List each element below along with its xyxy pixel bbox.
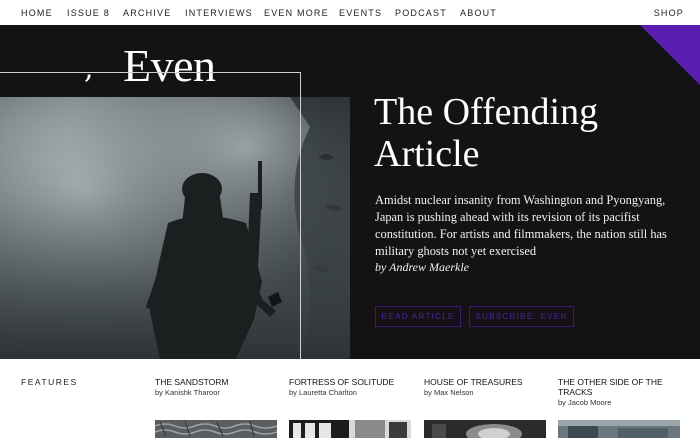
feature-item-tracks[interactable]: THE OTHER SIDE OF THE TRACKS by Jacob Mo… [558, 377, 683, 408]
feature-author: by Lauretta Charlton [289, 388, 357, 397]
feature-item-sandstorm[interactable]: THE SANDSTORM by Kanishk Tharoor [155, 377, 280, 398]
logo-mark[interactable]: , [84, 51, 94, 86]
feature-thumbnail-fortress[interactable] [289, 420, 411, 438]
article-excerpt: Amidst nuclear insanity from Washington … [375, 193, 667, 258]
nav-item-about[interactable]: ABOUT [460, 8, 497, 18]
nav-item-issue[interactable]: ISSUE 8 [67, 8, 110, 18]
frame-line-right [300, 72, 301, 359]
hero-section: , Even The Offending Article Amidst nucl… [0, 25, 700, 359]
article-byline: by Andrew Maerkle [375, 260, 469, 274]
nav-item-shop[interactable]: SHOP [654, 8, 684, 18]
feature-item-fortress[interactable]: FORTRESS OF SOLITUDE by Lauretta Charlto… [289, 377, 414, 398]
features-strip: FEATURES THE SANDSTORM by Kanishk Tharoo… [0, 359, 700, 438]
feature-author: by Jacob Moore [558, 398, 612, 407]
feature-thumbnail-house[interactable] [424, 420, 546, 438]
read-article-button[interactable]: READ ARTICLE [375, 306, 461, 327]
corner-triangle [640, 25, 700, 85]
headline-line-1: The Offending [374, 91, 599, 133]
feature-title: THE OTHER SIDE OF THE TRACKS [558, 377, 663, 397]
feature-thumbnail-sandstorm[interactable] [155, 420, 277, 438]
hero-photo-image [0, 97, 350, 359]
feature-item-house[interactable]: HOUSE OF TREASURES by Max Nelson [424, 377, 549, 398]
nav-item-archive[interactable]: ARCHIVE [123, 8, 171, 18]
nav-item-events[interactable]: EVENTS [339, 8, 382, 18]
subscribe-button[interactable]: SUBSCRIBE: EVEN [469, 306, 574, 327]
feature-author: by Max Nelson [424, 388, 474, 397]
top-nav: HOME ISSUE 8 ARCHIVE INTERVIEWS EVEN MOR… [0, 0, 700, 25]
hero-photo[interactable] [0, 97, 350, 359]
feature-title: FORTRESS OF SOLITUDE [289, 377, 395, 387]
headline-line-2: Article [374, 133, 480, 175]
feature-title: HOUSE OF TREASURES [424, 377, 523, 387]
frame-line-top [0, 72, 301, 73]
features-label: FEATURES [21, 377, 78, 387]
nav-item-podcast[interactable]: PODCAST [395, 8, 447, 18]
logo-wordmark[interactable]: Even [123, 39, 216, 92]
nav-item-even-more[interactable]: EVEN MORE [264, 8, 329, 18]
corner-triangle-shape [640, 25, 700, 85]
article-headline[interactable]: The Offending Article [374, 91, 674, 175]
nav-item-home[interactable]: HOME [21, 8, 53, 18]
nav-item-interviews[interactable]: INTERVIEWS [185, 8, 253, 18]
feature-thumbnail-tracks[interactable] [558, 420, 680, 438]
feature-author: by Kanishk Tharoor [155, 388, 220, 397]
feature-title: THE SANDSTORM [155, 377, 229, 387]
